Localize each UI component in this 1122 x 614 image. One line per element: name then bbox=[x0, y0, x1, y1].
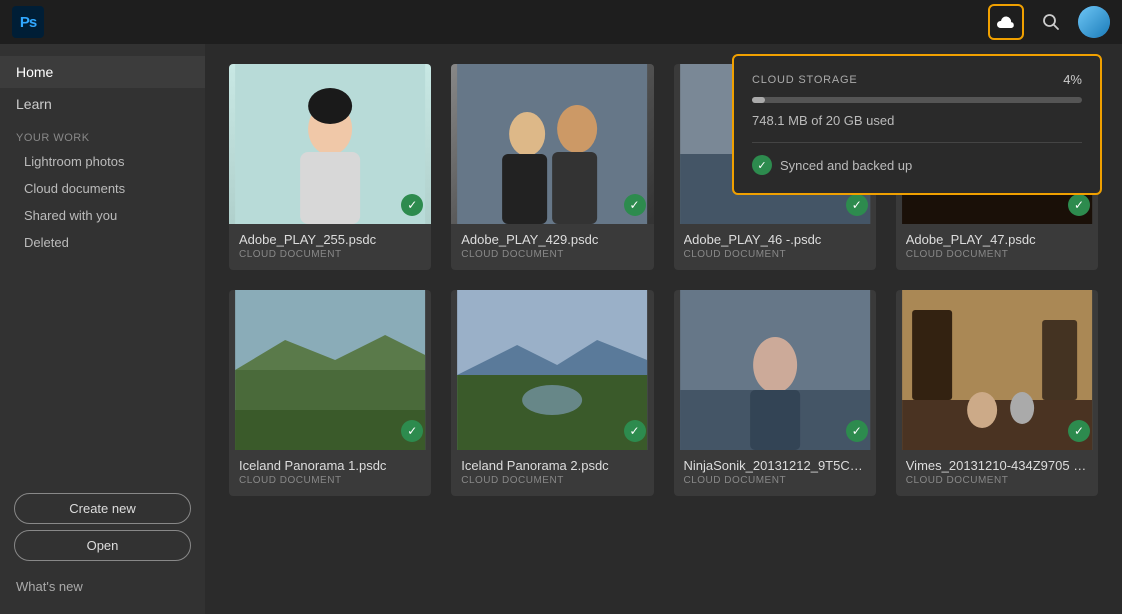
topbar-left: Ps bbox=[12, 6, 44, 38]
card-subtitle: CLOUD DOCUMENT bbox=[239, 475, 421, 486]
create-new-button[interactable]: Create new bbox=[14, 493, 191, 524]
card-info: Iceland Panorama 1.psdc CLOUD DOCUMENT bbox=[229, 450, 431, 496]
open-button[interactable]: Open bbox=[14, 530, 191, 561]
cloud-popup-status-text: Synced and backed up bbox=[780, 158, 912, 173]
sidebar-your-work-label: YOUR WORK bbox=[0, 120, 205, 148]
thumbnail-image bbox=[451, 290, 653, 450]
thumbnail-image bbox=[451, 64, 653, 224]
table-row[interactable]: ✓ Iceland Panorama 2.psdc CLOUD DOCUMENT bbox=[451, 290, 653, 496]
card-thumbnail: ✓ bbox=[896, 290, 1098, 450]
card-subtitle: CLOUD DOCUMENT bbox=[461, 475, 643, 486]
topbar: Ps bbox=[0, 0, 1122, 44]
card-title: Iceland Panorama 1.psdc bbox=[239, 458, 421, 473]
cloud-popup-status: ✓ Synced and backed up bbox=[752, 155, 1082, 175]
cloud-popup-size: 748.1 MB of 20 GB used bbox=[752, 113, 1082, 128]
table-row[interactable]: ✓ Adobe_PLAY_429.psdc CLOUD DOCUMENT bbox=[451, 64, 653, 270]
card-title: Adobe_PLAY_429.psdc bbox=[461, 232, 643, 247]
cloud-storage-button[interactable] bbox=[988, 4, 1024, 40]
avatar-image bbox=[1078, 6, 1110, 38]
cloud-storage-popup: CLOUD STORAGE 4% 748.1 MB of 20 GB used … bbox=[732, 54, 1102, 195]
sidebar-item-cloud-docs[interactable]: Cloud documents bbox=[0, 175, 205, 202]
card-subtitle: CLOUD DOCUMENT bbox=[239, 249, 421, 260]
check-badge: ✓ bbox=[624, 420, 646, 442]
card-info: Iceland Panorama 2.psdc CLOUD DOCUMENT bbox=[451, 450, 653, 496]
card-thumbnail: ✓ bbox=[451, 290, 653, 450]
progress-bar-fill bbox=[752, 97, 765, 103]
card-title: Adobe_PLAY_47.psdc bbox=[906, 232, 1088, 247]
sidebar-item-whats-new[interactable]: What's new bbox=[0, 571, 205, 602]
card-info: Adobe_PLAY_46 -.psdc CLOUD DOCUMENT bbox=[674, 224, 876, 270]
card-thumbnail: ✓ bbox=[229, 64, 431, 224]
card-title: Vimes_20131210-434Z9705 - Copy.psdc bbox=[906, 458, 1088, 473]
card-subtitle: CLOUD DOCUMENT bbox=[906, 475, 1088, 486]
card-info: Adobe_PLAY_47.psdc CLOUD DOCUMENT bbox=[896, 224, 1098, 270]
check-badge: ✓ bbox=[624, 194, 646, 216]
sidebar-item-home[interactable]: Home bbox=[0, 56, 205, 88]
check-badge: ✓ bbox=[1068, 194, 1090, 216]
card-info: NinjaSonik_20131212_9T5C8918 - Copy.psdc… bbox=[674, 450, 876, 496]
card-title: Iceland Panorama 2.psdc bbox=[461, 458, 643, 473]
cloud-popup-divider bbox=[752, 142, 1082, 143]
card-thumbnail: ✓ bbox=[229, 290, 431, 450]
topbar-right bbox=[988, 4, 1110, 40]
thumbnail-image bbox=[896, 290, 1098, 450]
card-info: Adobe_PLAY_429.psdc CLOUD DOCUMENT bbox=[451, 224, 653, 270]
check-badge: ✓ bbox=[846, 420, 868, 442]
card-subtitle: CLOUD DOCUMENT bbox=[684, 249, 866, 260]
content-area: CLOUD STORAGE 4% 748.1 MB of 20 GB used … bbox=[205, 44, 1122, 614]
card-title: Adobe_PLAY_46 -.psdc bbox=[684, 232, 866, 247]
card-subtitle: CLOUD DOCUMENT bbox=[906, 249, 1088, 260]
search-button[interactable] bbox=[1036, 7, 1066, 37]
sidebar-item-deleted[interactable]: Deleted bbox=[0, 229, 205, 256]
sidebar-item-lightroom[interactable]: Lightroom photos bbox=[0, 148, 205, 175]
table-row[interactable]: ✓ Vimes_20131210-434Z9705 - Copy.psdc CL… bbox=[896, 290, 1098, 496]
card-title: NinjaSonik_20131212_9T5C8918 - Copy.psdc bbox=[684, 458, 866, 473]
table-row[interactable]: ✓ Iceland Panorama 1.psdc CLOUD DOCUMENT bbox=[229, 290, 431, 496]
avatar[interactable] bbox=[1078, 6, 1110, 38]
table-row[interactable]: ✓ Adobe_PLAY_255.psdc CLOUD DOCUMENT bbox=[229, 64, 431, 270]
check-badge: ✓ bbox=[846, 194, 868, 216]
card-subtitle: CLOUD DOCUMENT bbox=[461, 249, 643, 260]
card-info: Adobe_PLAY_255.psdc CLOUD DOCUMENT bbox=[229, 224, 431, 270]
cloud-popup-title: CLOUD STORAGE bbox=[752, 74, 858, 86]
thumbnail-image bbox=[674, 290, 876, 450]
check-badge: ✓ bbox=[1068, 420, 1090, 442]
cloud-popup-header: CLOUD STORAGE 4% bbox=[752, 72, 1082, 87]
sidebar-item-shared[interactable]: Shared with you bbox=[0, 202, 205, 229]
progress-bar-background bbox=[752, 97, 1082, 103]
sidebar: Home Learn YOUR WORK Lightroom photos Cl… bbox=[0, 44, 205, 614]
main-layout: Home Learn YOUR WORK Lightroom photos Cl… bbox=[0, 44, 1122, 614]
cloud-popup-percent: 4% bbox=[1063, 72, 1082, 87]
card-subtitle: CLOUD DOCUMENT bbox=[684, 475, 866, 486]
card-info: Vimes_20131210-434Z9705 - Copy.psdc CLOU… bbox=[896, 450, 1098, 496]
card-thumbnail: ✓ bbox=[674, 290, 876, 450]
ps-logo: Ps bbox=[12, 6, 44, 38]
card-title: Adobe_PLAY_255.psdc bbox=[239, 232, 421, 247]
table-row[interactable]: ✓ NinjaSonik_20131212_9T5C8918 - Copy.ps… bbox=[674, 290, 876, 496]
card-thumbnail: ✓ bbox=[451, 64, 653, 224]
synced-check-icon: ✓ bbox=[752, 155, 772, 175]
sidebar-item-learn[interactable]: Learn bbox=[0, 88, 205, 120]
